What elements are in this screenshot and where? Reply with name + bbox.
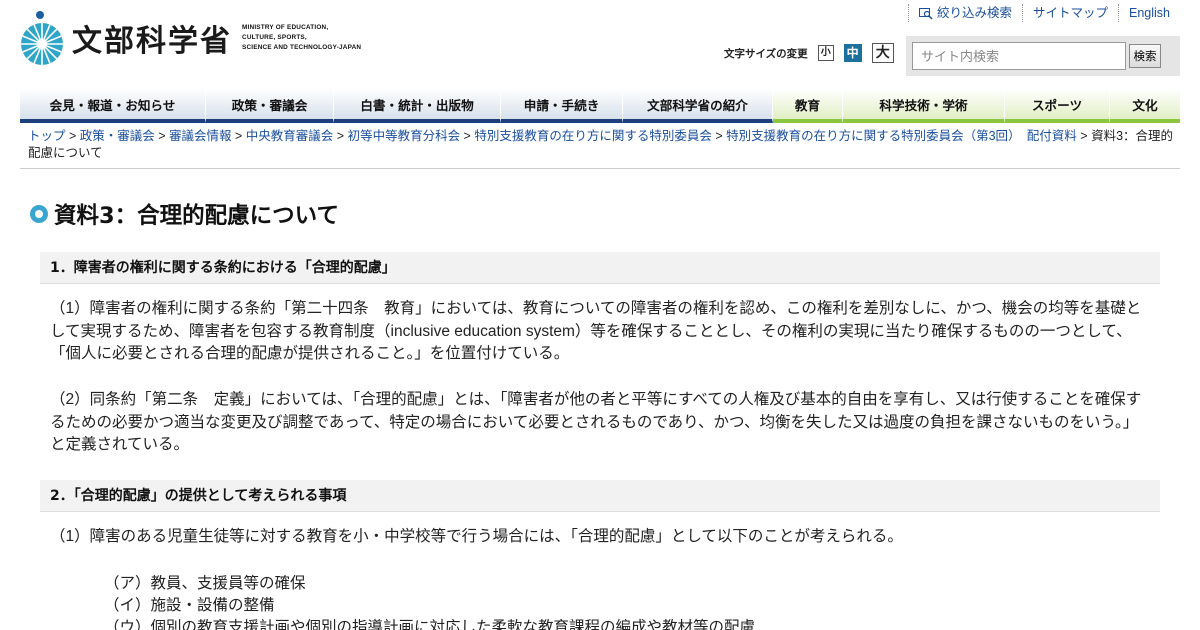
section-heading: 1．障害者の権利に関する条約における「合理的配慮」	[40, 252, 1160, 284]
nav-item-publications[interactable]: 白書・統計・出版物	[334, 89, 501, 123]
search-button[interactable]: 検索	[1129, 44, 1161, 68]
breadcrumb: トップ > 政策・審議会 > 審議会情報 > 中央教育審議会 > 初等中等教育分…	[28, 129, 1174, 160]
breadcrumb-link[interactable]: 特別支援教育の在り方に関する特別委員会（第3回） 配付資料	[726, 129, 1077, 143]
breadcrumb-link[interactable]: 初等中等教育分科会	[348, 129, 461, 143]
site-header: 文部科学省 MINISTRY OF EDUCATION, CULTURE, SP…	[0, 0, 1200, 88]
nav-item-culture[interactable]: 文化	[1110, 89, 1180, 123]
font-size-small-button[interactable]: 小	[817, 45, 834, 61]
nav-item-sports[interactable]: スポーツ	[1005, 89, 1110, 123]
breadcrumb-link[interactable]: 特別支援教育の在り方に関する特別委員会	[474, 129, 712, 143]
nav-item-about[interactable]: 文部科学省の紹介	[623, 89, 773, 123]
paragraph: （1）障害のある児童生徒等に対する教育を小・中学校等で行う場合には、「合理的配慮…	[50, 528, 903, 545]
nav-item-education[interactable]: 教育	[773, 89, 843, 123]
nav-item-applications[interactable]: 申請・手続き	[501, 89, 623, 123]
utility-links: 絞り込み検索 サイトマップ English	[907, 4, 1180, 22]
sitemap-link[interactable]: サイトマップ	[1021, 4, 1118, 22]
nav-item-press[interactable]: 会見・報道・お知らせ	[20, 89, 206, 123]
breadcrumb-link[interactable]: 政策・審議会	[80, 129, 155, 143]
paragraph: （2）同条約「第二条 定義」においては、「合理的配慮」とは、「障害者が他の者と平…	[50, 391, 1142, 453]
logo-english-text: MINISTRY OF EDUCATION, CULTURE, SPORTS, …	[242, 24, 362, 51]
font-size-label: 文字サイズの変更	[724, 47, 808, 60]
nav-item-science[interactable]: 科学技術・学術	[843, 89, 1005, 123]
site-logo[interactable]: 文部科学省 MINISTRY OF EDUCATION, CULTURE, SP…	[20, 10, 361, 66]
list-item: （イ）施設・設備の整備	[104, 597, 275, 614]
font-size-switcher: 文字サイズの変更 小 中 大	[724, 43, 904, 63]
font-size-large-button[interactable]: 大	[871, 43, 894, 63]
paragraph: （1）障害者の権利に関する条約「第二十四条 教育」においては、教育についての障害…	[50, 300, 1142, 362]
page-title-text: 資料3：合理的配慮について	[54, 203, 339, 229]
site-search: 検索	[906, 36, 1180, 76]
breadcrumb-divider	[20, 168, 1180, 169]
list-item: （ウ）個別の教育支援計画や個別の指導計画に対応した柔軟な教育課程の編成や教材等の…	[104, 619, 756, 630]
font-size-medium-button[interactable]: 中	[843, 44, 862, 62]
refine-search-link[interactable]: 絞り込み検索	[907, 4, 1022, 22]
section-heading: 2．「合理的配慮」の提供として考えられる事項	[40, 480, 1160, 512]
magnifier-icon	[918, 7, 933, 20]
global-nav: 会見・報道・お知らせ 政策・審議会 白書・統計・出版物 申請・手続き 文部科学省…	[20, 89, 1180, 123]
english-link[interactable]: English	[1118, 4, 1180, 22]
logo-japanese-text: 文部科学省	[72, 24, 232, 59]
breadcrumb-link[interactable]: 中央教育審議会	[246, 129, 334, 143]
mext-emblem-icon	[20, 10, 64, 66]
title-bullet-icon	[30, 205, 48, 223]
search-input[interactable]	[912, 42, 1126, 70]
breadcrumb-link[interactable]: トップ	[28, 129, 66, 143]
breadcrumb-link[interactable]: 審議会情報	[169, 129, 232, 143]
page-title: 資料3：合理的配慮について	[30, 198, 339, 230]
list-item: （ア）教員、支援員等の確保	[104, 575, 306, 592]
nav-item-policy[interactable]: 政策・審議会	[206, 89, 334, 123]
